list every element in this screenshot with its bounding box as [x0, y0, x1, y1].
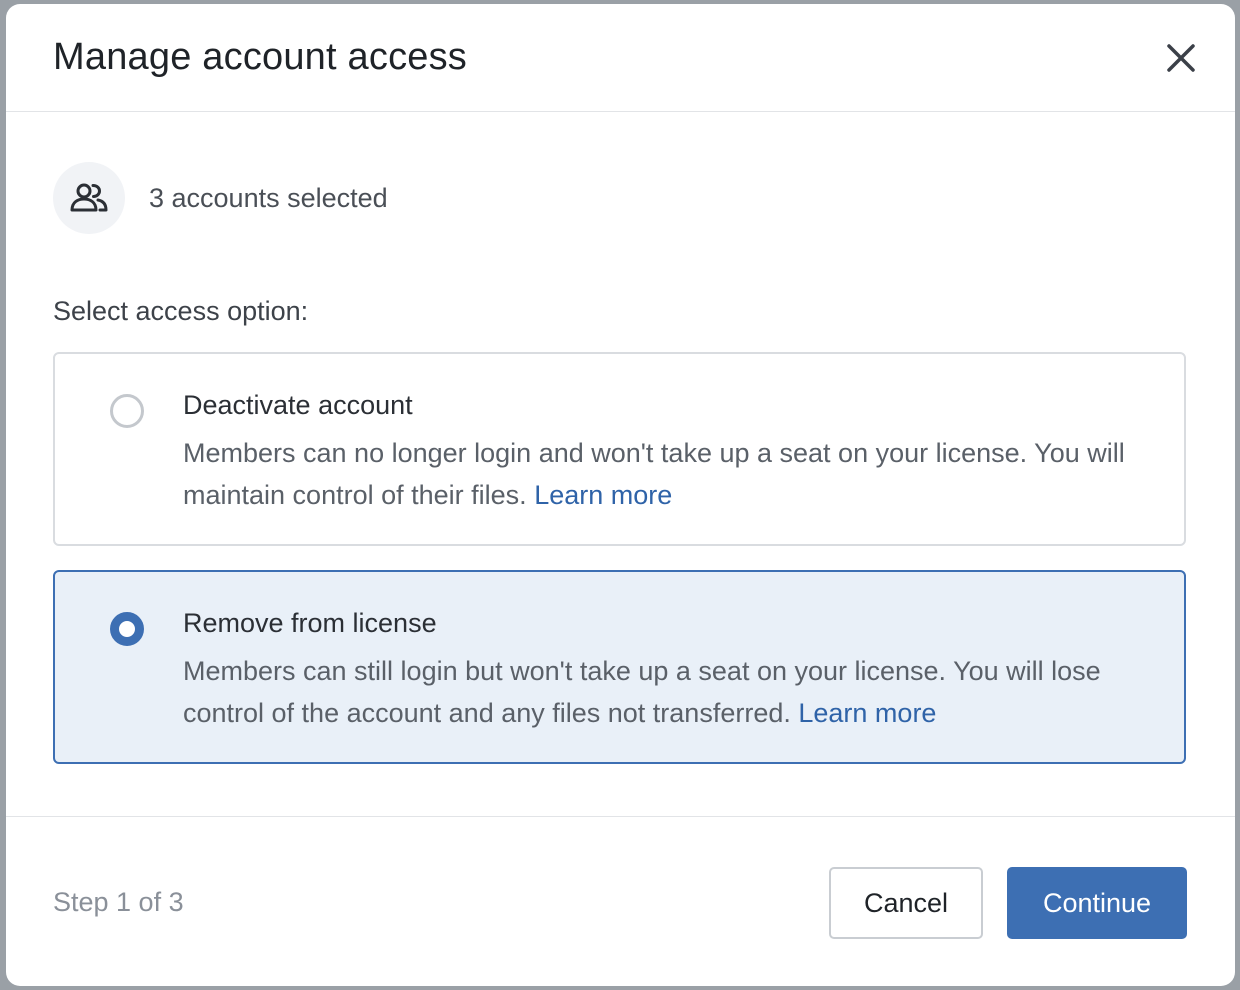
- learn-more-link[interactable]: Learn more: [534, 480, 672, 510]
- dialog-footer: Step 1 of 3 Cancel Continue: [6, 816, 1235, 986]
- option-remove-from-license[interactable]: Remove from license Members can still lo…: [53, 570, 1186, 764]
- option-title: Remove from license: [183, 608, 437, 638]
- close-button[interactable]: [1161, 38, 1201, 78]
- cancel-button[interactable]: Cancel: [829, 867, 983, 939]
- option-description-text: Members can still login but won't take u…: [183, 656, 1101, 728]
- users-avatar: [53, 162, 125, 234]
- radio-remove-from-license[interactable]: [110, 612, 144, 646]
- continue-button[interactable]: Continue: [1007, 867, 1187, 939]
- option-description: Members can still login but won't take u…: [183, 650, 1144, 734]
- learn-more-link[interactable]: Learn more: [798, 698, 936, 728]
- close-icon: [1167, 44, 1195, 72]
- radio-deactivate[interactable]: [110, 394, 144, 428]
- option-title: Deactivate account: [183, 390, 413, 420]
- dialog-title: Manage account access: [53, 36, 467, 78]
- selected-count: 3 accounts selected: [149, 182, 388, 213]
- step-indicator: Step 1 of 3: [53, 887, 184, 917]
- option-deactivate-account[interactable]: Deactivate account Members can no longer…: [53, 352, 1186, 546]
- users-icon: [70, 183, 108, 212]
- options-label: Select access option:: [53, 296, 309, 326]
- selection-summary: 3 accounts selected: [53, 162, 388, 234]
- option-description: Members can no longer login and won't ta…: [183, 432, 1144, 516]
- manage-access-dialog: Manage account access 3 accounts selecte…: [6, 4, 1235, 986]
- dialog-header: Manage account access: [6, 4, 1235, 112]
